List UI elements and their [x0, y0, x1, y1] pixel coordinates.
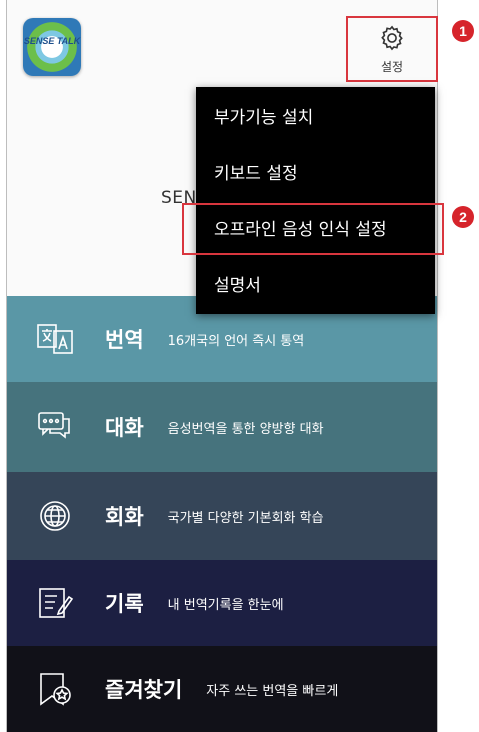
feature-description: 내 번역기록을 한눈에	[167, 597, 284, 613]
feature-title: 대화	[105, 416, 144, 440]
edit-note-icon	[39, 588, 74, 618]
feature-row-conversation[interactable]: 대화 음성번역을 통한 양방향 대화	[7, 382, 437, 472]
menu-item-install-addons[interactable]: 부가기능 설치	[196, 87, 435, 143]
feature-title: 기록	[105, 592, 144, 616]
settings-dropdown-menu: 부가기능 설치 키보드 설정 오프라인 음성 인식 설정 설명서	[196, 87, 435, 314]
feature-description: 자주 쓰는 번역을 빠르게	[206, 683, 339, 699]
feature-description: 음성번역을 통한 양방향 대화	[167, 421, 324, 437]
callout-badge-1: 1	[452, 20, 474, 42]
feature-description: 16개국의 언어 즉시 통역	[167, 333, 305, 349]
bookmark-star-icon	[40, 673, 71, 706]
globe-icon	[40, 501, 70, 531]
feature-title: 즐겨찾기	[105, 678, 183, 702]
brand-text-partial: SEN	[161, 188, 197, 208]
app-logo-text: SENSE TALK	[23, 36, 81, 46]
settings-label: 설정	[380, 59, 404, 74]
translate-icon	[37, 324, 73, 354]
app-logo: SENSE TALK	[23, 18, 81, 76]
menu-item-offline-speech-settings[interactable]: 오프라인 음성 인식 설정	[196, 199, 435, 255]
callout-badge-2: 2	[452, 206, 474, 228]
menu-item-keyboard-settings[interactable]: 키보드 설정	[196, 143, 435, 199]
gear-icon	[381, 25, 403, 50]
chat-icon	[38, 412, 70, 439]
feature-title: 번역	[105, 328, 144, 352]
feature-row-phrases[interactable]: 회화 국가별 다양한 기본회화 학습	[7, 472, 437, 560]
feature-row-favorites[interactable]: 즐겨찾기 자주 쓰는 번역을 빠르게	[7, 646, 437, 732]
feature-row-history[interactable]: 기록 내 번역기록을 한눈에	[7, 560, 437, 646]
settings-button[interactable]: 설정	[346, 16, 438, 82]
feature-description: 국가별 다양한 기본회화 학습	[167, 510, 324, 526]
menu-item-manual[interactable]: 설명서	[196, 255, 435, 311]
feature-title: 회화	[105, 505, 144, 529]
